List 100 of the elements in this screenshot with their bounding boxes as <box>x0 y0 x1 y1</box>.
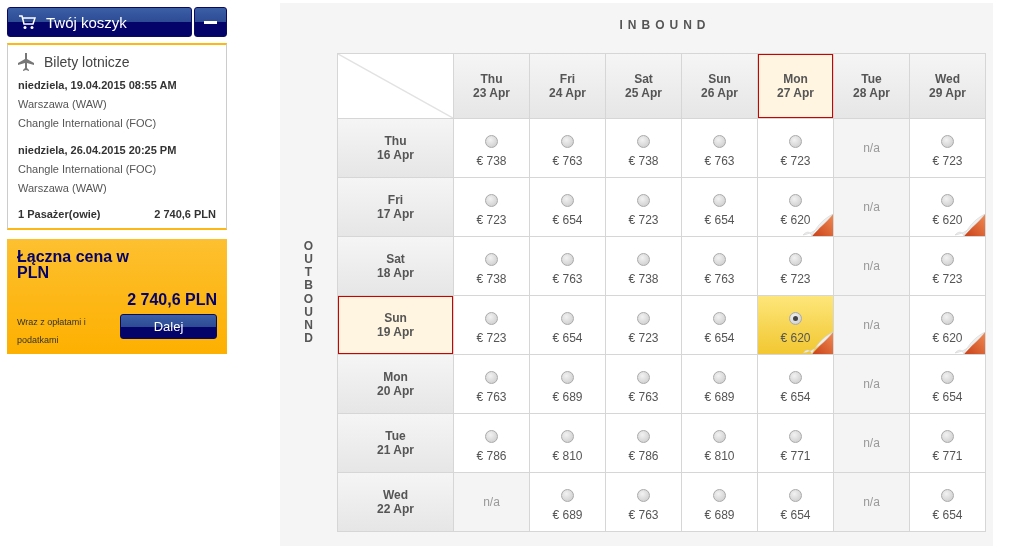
radio-button[interactable] <box>713 252 726 266</box>
radio-button[interactable] <box>485 193 498 207</box>
radio-button[interactable] <box>789 488 802 502</box>
fare-cell[interactable]: € 763 <box>606 355 681 413</box>
fare-cell[interactable]: € 763 <box>606 473 681 531</box>
radio-button[interactable] <box>941 311 954 325</box>
radio-button[interactable] <box>637 311 650 325</box>
fare-cell[interactable]: € 763 <box>682 237 757 295</box>
row-header[interactable]: Wed 22 Apr <box>338 473 453 531</box>
radio-button[interactable] <box>485 429 498 443</box>
fare-cell[interactable]: € 620 <box>910 296 985 354</box>
fare-cell[interactable]: € 763 <box>454 355 529 413</box>
column-header[interactable]: Fri 24 Apr <box>530 54 605 118</box>
radio-button[interactable] <box>941 193 954 207</box>
radio-button[interactable] <box>637 429 650 443</box>
fare-price: € 620 <box>932 212 963 227</box>
fare-cell[interactable]: € 654 <box>758 355 833 413</box>
radio-button[interactable] <box>637 193 650 207</box>
column-header[interactable]: Sat 25 Apr <box>606 54 681 118</box>
radio-button[interactable] <box>941 252 954 266</box>
continue-button[interactable]: Dalej <box>120 314 217 339</box>
radio-button[interactable] <box>713 488 726 502</box>
fare-cell[interactable]: € 723 <box>606 296 681 354</box>
fare-cell[interactable]: € 654 <box>530 296 605 354</box>
fare-cell[interactable]: € 738 <box>606 119 681 177</box>
radio-button[interactable] <box>789 134 802 148</box>
fare-cell[interactable]: € 654 <box>530 178 605 236</box>
column-header[interactable]: Mon 27 Apr <box>758 54 833 118</box>
row-header[interactable]: Fri 17 Apr <box>338 178 453 236</box>
radio-button[interactable] <box>789 252 802 266</box>
radio-button[interactable] <box>789 429 802 443</box>
radio-button[interactable] <box>637 252 650 266</box>
radio-button[interactable] <box>561 252 574 266</box>
column-header[interactable]: Wed 29 Apr <box>910 54 985 118</box>
fare-cell[interactable]: € 689 <box>682 355 757 413</box>
collapse-button[interactable] <box>194 7 227 37</box>
radio-button[interactable] <box>713 370 726 384</box>
fare-cell[interactable]: € 786 <box>606 414 681 472</box>
row-header[interactable]: Sun 19 Apr <box>338 296 453 354</box>
radio-button[interactable] <box>713 429 726 443</box>
radio-button[interactable] <box>561 429 574 443</box>
fare-cell[interactable]: € 786 <box>454 414 529 472</box>
radio-button[interactable] <box>789 193 802 207</box>
fare-cell[interactable]: € 810 <box>530 414 605 472</box>
fare-cell[interactable]: € 810 <box>682 414 757 472</box>
radio-button[interactable] <box>485 134 498 148</box>
radio-button[interactable] <box>637 134 650 148</box>
column-header[interactable]: Sun 26 Apr <box>682 54 757 118</box>
column-header[interactable]: Thu 23 Apr <box>454 54 529 118</box>
fare-cell[interactable]: € 620 <box>910 178 985 236</box>
row-header[interactable]: Sat 18 Apr <box>338 237 453 295</box>
fare-cell[interactable]: € 771 <box>910 414 985 472</box>
radio-button[interactable] <box>561 488 574 502</box>
fare-cell[interactable]: € 723 <box>606 178 681 236</box>
fare-cell[interactable]: € 654 <box>910 355 985 413</box>
fare-cell[interactable]: € 689 <box>530 473 605 531</box>
radio-button[interactable] <box>941 370 954 384</box>
radio-button[interactable] <box>941 488 954 502</box>
fare-cell[interactable]: € 654 <box>682 178 757 236</box>
fare-cell[interactable]: € 763 <box>682 119 757 177</box>
radio-button[interactable] <box>485 370 498 384</box>
radio-button[interactable] <box>789 370 802 384</box>
fare-cell[interactable]: € 763 <box>530 119 605 177</box>
cart-button[interactable]: Twój koszyk <box>7 7 192 37</box>
radio-button[interactable] <box>485 311 498 325</box>
fare-cell[interactable]: € 763 <box>530 237 605 295</box>
fare-cell[interactable]: € 689 <box>530 355 605 413</box>
radio-button[interactable] <box>561 370 574 384</box>
fare-cell[interactable]: € 620 <box>758 178 833 236</box>
radio-button[interactable] <box>637 370 650 384</box>
fare-cell[interactable]: € 771 <box>758 414 833 472</box>
fare-cell[interactable]: € 654 <box>910 473 985 531</box>
radio-button[interactable] <box>561 311 574 325</box>
radio-button[interactable] <box>485 252 498 266</box>
radio-button[interactable] <box>941 429 954 443</box>
row-header[interactable]: Thu 16 Apr <box>338 119 453 177</box>
fare-cell[interactable]: € 723 <box>454 296 529 354</box>
fare-cell[interactable]: € 738 <box>454 237 529 295</box>
fare-cell[interactable]: € 738 <box>454 119 529 177</box>
radio-button[interactable] <box>713 193 726 207</box>
radio-button[interactable] <box>713 134 726 148</box>
fare-cell[interactable]: € 620 <box>758 296 833 354</box>
radio-button[interactable] <box>713 311 726 325</box>
fare-cell[interactable]: € 689 <box>682 473 757 531</box>
row-header[interactable]: Mon 20 Apr <box>338 355 453 413</box>
radio-button[interactable] <box>789 311 802 325</box>
radio-button[interactable] <box>561 134 574 148</box>
fare-cell[interactable]: € 723 <box>910 237 985 295</box>
fare-cell[interactable]: € 654 <box>682 296 757 354</box>
radio-button[interactable] <box>561 193 574 207</box>
fare-cell[interactable]: € 738 <box>606 237 681 295</box>
fare-cell[interactable]: € 654 <box>758 473 833 531</box>
fare-cell[interactable]: € 723 <box>758 119 833 177</box>
radio-button[interactable] <box>637 488 650 502</box>
column-header[interactable]: Tue 28 Apr <box>834 54 909 118</box>
fare-cell[interactable]: € 723 <box>910 119 985 177</box>
fare-cell[interactable]: € 723 <box>758 237 833 295</box>
row-header[interactable]: Tue 21 Apr <box>338 414 453 472</box>
fare-cell[interactable]: € 723 <box>454 178 529 236</box>
radio-button[interactable] <box>941 134 954 148</box>
